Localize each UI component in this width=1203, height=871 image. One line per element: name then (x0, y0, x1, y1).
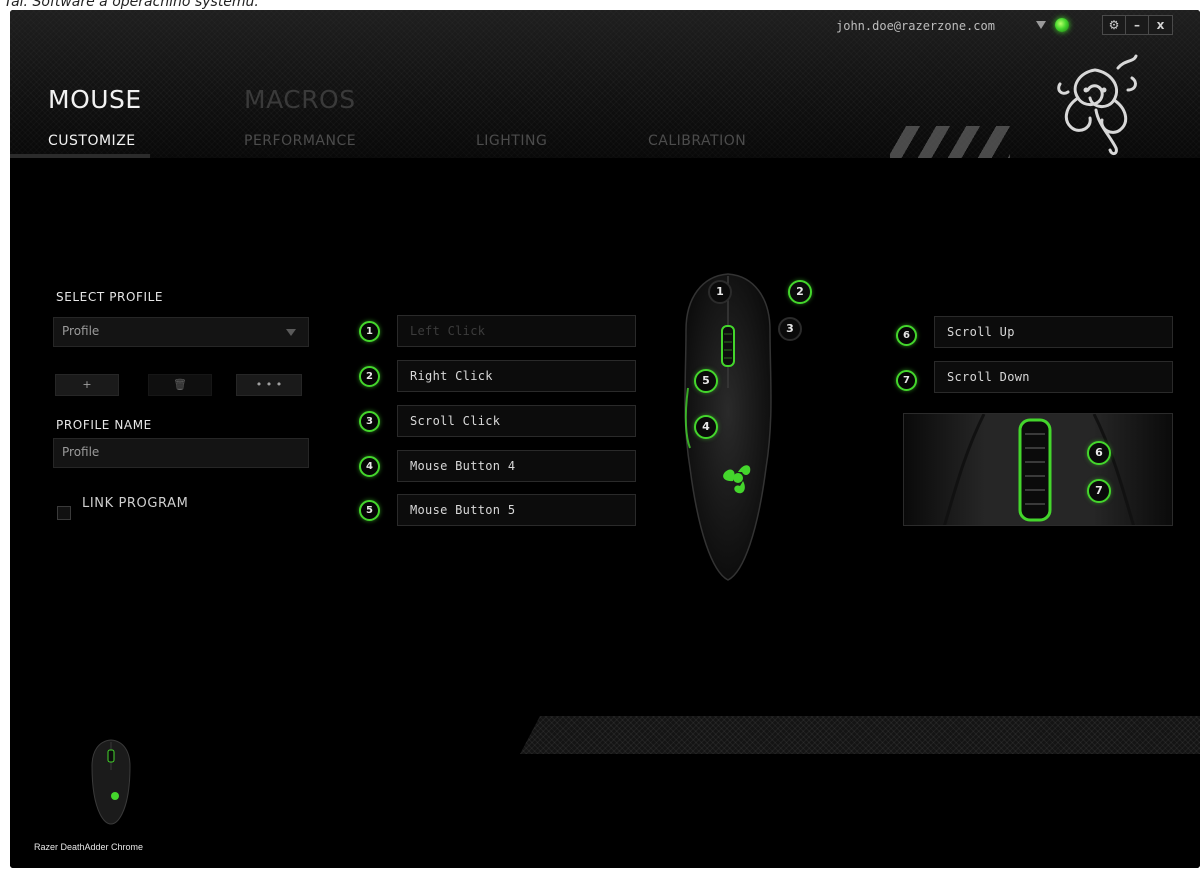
razer-logo-icon (1057, 54, 1138, 156)
button-4-assignment[interactable]: Mouse Button 4 (397, 450, 636, 482)
button-number-3: 3 (359, 411, 380, 432)
profile-name-label: PROFILE NAME (56, 418, 152, 432)
device-mouse-icon[interactable] (86, 736, 136, 826)
minimize-button[interactable]: – (1126, 16, 1149, 34)
close-button[interactable]: x (1149, 16, 1172, 34)
online-status-icon (1055, 18, 1069, 32)
sub-navigation: CUSTOMIZE PERFORMANCE LIGHTING CALIBRATI… (10, 126, 1010, 158)
link-program-label: LINK PROGRAM (82, 496, 189, 511)
select-profile-label: SELECT PROFILE (56, 290, 164, 304)
button-number-7: 7 (896, 370, 917, 391)
account-dropdown-icon[interactable] (1036, 21, 1046, 29)
tab-calibration[interactable]: CALIBRATION (648, 133, 746, 149)
device-footer: Razer DeathAdder Chrome (10, 716, 1200, 868)
delete-profile-button[interactable]: 🗑 (148, 374, 212, 396)
mouse-callout-1: 1 (708, 280, 732, 304)
account-email[interactable]: john.doe@razerzone.com (836, 19, 995, 33)
button-2-assignment[interactable]: Right Click (397, 360, 636, 392)
button-number-4: 4 (359, 456, 380, 477)
button-number-2: 2 (359, 366, 380, 387)
more-options-button[interactable]: • • • (236, 374, 302, 396)
settings-button[interactable]: ⚙ (1103, 16, 1126, 34)
add-profile-button[interactable]: + (55, 374, 119, 396)
scroll-wheel-zoom-view: 6 7 (903, 413, 1173, 526)
button-1-assignment[interactable]: Left Click (397, 315, 636, 347)
button-number-6: 6 (896, 325, 917, 346)
tab-customize[interactable]: CUSTOMIZE (48, 133, 136, 149)
header-stripes-decoration (890, 126, 1010, 158)
button-5-assignment[interactable]: Mouse Button 5 (397, 494, 636, 526)
tab-lighting[interactable]: LIGHTING (476, 133, 547, 149)
zoom-callout-7: 7 (1087, 479, 1111, 503)
tab-performance[interactable]: PERFORMANCE (244, 133, 356, 149)
tab-mouse[interactable]: MOUSE (48, 85, 142, 114)
button-number-1: 1 (359, 321, 380, 342)
button-7-assignment[interactable]: Scroll Down (934, 361, 1173, 393)
zoom-callout-6: 6 (1087, 441, 1111, 465)
profile-dropdown-value: Profile (62, 324, 100, 338)
button-3-assignment[interactable]: Scroll Click (397, 405, 636, 437)
mouse-illustration (684, 273, 772, 581)
razer-synapse-window: john.doe@razerzone.com ⚙ – x MOUSE MACRO… (10, 10, 1200, 868)
button-6-assignment[interactable]: Scroll Up (934, 316, 1173, 348)
device-name-label: Razer DeathAdder Chrome (34, 842, 144, 852)
header: john.doe@razerzone.com ⚙ – x MOUSE MACRO… (10, 10, 1200, 158)
link-program-checkbox[interactable] (57, 506, 71, 520)
tab-macros[interactable]: MACROS (244, 85, 356, 114)
chevron-down-icon (286, 329, 296, 336)
button-number-5: 5 (359, 500, 380, 521)
profile-name-input[interactable]: Profile (53, 438, 309, 468)
mouse-callout-5: 5 (694, 369, 718, 393)
profile-dropdown[interactable]: Profile (53, 317, 309, 347)
scroll-wheel-closeup (904, 414, 1172, 525)
mouse-callout-2: 2 (788, 280, 812, 304)
window-controls: ⚙ – x (1102, 15, 1173, 35)
mouse-callout-4: 4 (694, 415, 718, 439)
footer-pattern-strip (520, 716, 1200, 754)
active-tab-indicator (10, 154, 150, 158)
mouse-callout-3: 3 (778, 317, 802, 341)
